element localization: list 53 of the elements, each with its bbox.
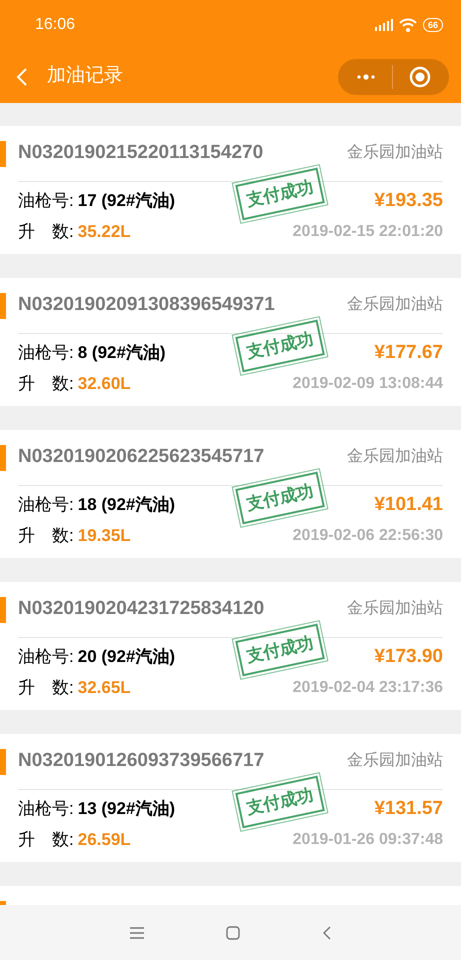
volume-info: 升 数: 26.59L bbox=[18, 829, 131, 852]
marker-bar bbox=[0, 445, 6, 471]
station-name: 金乐园加油站 bbox=[347, 142, 443, 163]
back-icon[interactable] bbox=[15, 66, 29, 86]
back-icon[interactable] bbox=[322, 926, 332, 940]
record-card[interactable]: N0320190204231725834120 金乐园加油站 油枪号: 20 (92#汽油) ¥173.90 升 数: 32.65L 2019-02-04 23:17:36 支付成功 bbox=[0, 582, 461, 710]
timestamp: 2019-02-06 22:56:30 bbox=[292, 526, 443, 546]
amount: ¥131.57 bbox=[374, 796, 443, 821]
pump-info: 油枪号: 18 (92#汽油) bbox=[18, 494, 176, 516]
record-card[interactable]: N0320190206225623545717 金乐园加油站 油枪号: 18 (92#汽油) ¥101.41 升 数: 19.35L 2019-02-06 22:56:30 支付成功 bbox=[0, 430, 461, 558]
timestamp: 2019-02-15 22:01:20 bbox=[292, 222, 443, 242]
marker-bar bbox=[0, 293, 6, 319]
volume-info: 升 数: 35.22L bbox=[18, 221, 131, 244]
signal-icon bbox=[374, 19, 393, 31]
volume-info: 升 数: 32.60L bbox=[18, 373, 131, 396]
order-number: N03201902091308396549371 bbox=[18, 292, 275, 317]
pump-info: 油枪号: 8 (92#汽油) bbox=[18, 342, 166, 364]
marker-bar bbox=[0, 141, 6, 167]
station-name: 金乐园加油站 bbox=[347, 294, 443, 315]
capsule-menu[interactable] bbox=[338, 58, 449, 94]
pump-info: 油枪号: 13 (92#汽油) bbox=[18, 798, 176, 820]
station-name: 金乐园加油站 bbox=[347, 750, 443, 771]
pump-info: 油枪号: 20 (92#汽油) bbox=[18, 646, 176, 668]
marker-bar bbox=[0, 749, 6, 775]
clock: 16:06 bbox=[35, 15, 76, 35]
wifi-icon bbox=[398, 18, 417, 32]
timestamp: 2019-02-04 23:17:36 bbox=[292, 678, 443, 698]
amount: ¥101.41 bbox=[374, 492, 443, 517]
volume-info: 升 数: 32.65L bbox=[18, 677, 131, 700]
record-card[interactable]: N03201902091308396549371 金乐园加油站 油枪号: 8 (92#汽油) ¥177.67 升 数: 32.60L 2019-02-09 13:08:44 支付成功 bbox=[0, 278, 461, 406]
timestamp: 2019-02-09 13:08:44 bbox=[292, 374, 443, 394]
timestamp: 2019-01-26 09:37:48 bbox=[292, 830, 443, 850]
home-icon[interactable] bbox=[226, 926, 240, 940]
order-number: N0320190215220113154270 bbox=[18, 140, 264, 165]
order-number: N0320190126093739566717 bbox=[18, 748, 264, 773]
record-card[interactable]: N0320190215220113154270 金乐园加油站 油枪号: 17 (92#汽油) ¥193.35 升 数: 35.22L 2019-02-15 22:01:20 支付成功 bbox=[0, 126, 461, 254]
more-icon[interactable] bbox=[357, 74, 375, 80]
page-title: 加油记录 bbox=[47, 64, 123, 88]
amount: ¥173.90 bbox=[374, 644, 443, 669]
pump-info: 油枪号: 17 (92#汽油) bbox=[18, 190, 176, 212]
marker-bar bbox=[0, 901, 6, 905]
amount: ¥177.67 bbox=[374, 340, 443, 365]
volume-info: 升 数: 19.35L bbox=[18, 525, 131, 548]
amount: ¥193.35 bbox=[374, 188, 443, 213]
station-name: 金乐园加油站 bbox=[347, 446, 443, 467]
battery-indicator: 66 bbox=[422, 18, 443, 32]
order-number: N0320190204231725834120 bbox=[18, 596, 264, 621]
close-circle-icon[interactable] bbox=[409, 66, 431, 88]
record-card[interactable]: N0320190126093739566717 金乐园加油站 油枪号: 13 (92#汽油) ¥131.57 升 数: 26.59L 2019-01-26 09:37:48 支付成功 bbox=[0, 734, 461, 862]
marker-bar bbox=[0, 597, 6, 623]
station-name: 金乐园加油站 bbox=[347, 598, 443, 619]
menu-icon[interactable] bbox=[130, 926, 144, 938]
order-number: N0320190206225623545717 bbox=[18, 444, 264, 469]
